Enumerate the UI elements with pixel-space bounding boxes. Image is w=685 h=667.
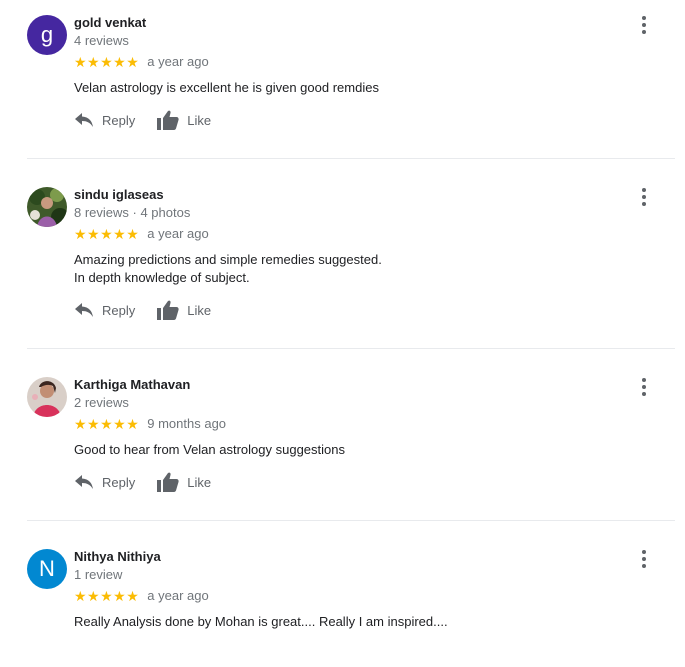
thumbs-up-icon	[157, 472, 179, 492]
review-text-line: In depth knowledge of subject.	[74, 270, 250, 285]
divider	[27, 158, 675, 159]
reviewer-name[interactable]: Nithya Nithiya	[74, 549, 161, 565]
review-text-line: Amazing predictions and simple remedies …	[74, 252, 382, 267]
avatar[interactable]	[27, 377, 67, 417]
reply-label: Reply	[102, 302, 136, 318]
more-options-button[interactable]	[634, 549, 654, 569]
rating-row: ★★★★★ a year ago	[74, 54, 209, 70]
thumbs-up-icon	[157, 110, 179, 130]
like-button[interactable]: Like	[157, 472, 211, 492]
dot-icon	[642, 188, 646, 192]
review-text-line: Really Analysis done by Mohan is great..…	[74, 614, 448, 629]
dot-icon	[642, 202, 646, 206]
divider	[27, 520, 675, 521]
dot-icon	[642, 195, 646, 199]
dot-icon	[642, 392, 646, 396]
review-date: 9 months ago	[147, 416, 227, 431]
review-actions: Reply Like	[74, 108, 211, 132]
dot-icon	[642, 564, 646, 568]
rating-row: ★★★★★ 9 months ago	[74, 416, 226, 432]
review-date: a year ago	[147, 226, 209, 241]
more-options-button[interactable]	[634, 377, 654, 397]
review-text: Velan astrology is excellent he is given…	[74, 79, 634, 97]
reviewer-meta: 1 review	[74, 567, 123, 582]
reviewer-meta: 4 reviews	[74, 33, 129, 48]
review-actions: Reply Like	[74, 298, 211, 322]
dot-icon	[642, 385, 646, 389]
dot-icon	[642, 30, 646, 34]
like-button[interactable]: Like	[157, 110, 211, 130]
star-rating: ★★★★★	[74, 226, 140, 242]
reply-label: Reply	[102, 112, 136, 128]
dot-icon	[642, 557, 646, 561]
review-text: Good to hear from Velan astrology sugges…	[74, 441, 634, 459]
like-label: Like	[187, 302, 212, 318]
like-label: Like	[187, 112, 212, 128]
avatar[interactable]: g	[27, 15, 67, 55]
rating-row: ★★★★★ a year ago	[74, 226, 209, 242]
reply-icon	[75, 113, 93, 127]
reviewer-name[interactable]: gold venkat	[74, 15, 146, 31]
star-rating: ★★★★★	[74, 54, 140, 70]
review-text: Amazing predictions and simple remedies …	[74, 251, 634, 287]
dot-icon	[642, 23, 646, 27]
reply-button[interactable]: Reply	[74, 474, 135, 490]
review-text: Really Analysis done by Mohan is great..…	[74, 613, 634, 631]
review-date: a year ago	[147, 588, 209, 603]
more-options-button[interactable]	[634, 15, 654, 35]
like-button[interactable]: Like	[157, 300, 211, 320]
like-label: Like	[187, 474, 212, 490]
review-actions: Reply Like	[74, 470, 211, 494]
divider	[27, 348, 675, 349]
review-date: a year ago	[147, 54, 209, 69]
dot-icon	[642, 16, 646, 20]
reply-button[interactable]: Reply	[74, 302, 135, 318]
avatar[interactable]: N	[27, 549, 67, 589]
review-text-line: Velan astrology is excellent he is given…	[74, 80, 379, 95]
reviewer-meta: 2 reviews	[74, 395, 129, 410]
dot-icon	[642, 550, 646, 554]
reply-icon	[75, 303, 93, 317]
avatar[interactable]	[27, 187, 67, 227]
reply-button[interactable]: Reply	[74, 112, 135, 128]
reviewer-name[interactable]: Karthiga Mathavan	[74, 377, 190, 393]
star-rating: ★★★★★	[74, 416, 140, 432]
reviewer-meta: 8 reviews · 4 photos	[74, 205, 191, 220]
rating-row: ★★★★★ a year ago	[74, 588, 209, 604]
profile-photo-icon	[27, 377, 67, 417]
dot-icon	[642, 378, 646, 382]
more-options-button[interactable]	[634, 187, 654, 207]
reply-icon	[75, 475, 93, 489]
reply-label: Reply	[102, 474, 136, 490]
thumbs-up-icon	[157, 300, 179, 320]
review-text-line: Good to hear from Velan astrology sugges…	[74, 442, 345, 457]
star-rating: ★★★★★	[74, 588, 140, 604]
profile-photo-icon	[27, 187, 67, 227]
reviewer-name[interactable]: sindu iglaseas	[74, 187, 164, 203]
